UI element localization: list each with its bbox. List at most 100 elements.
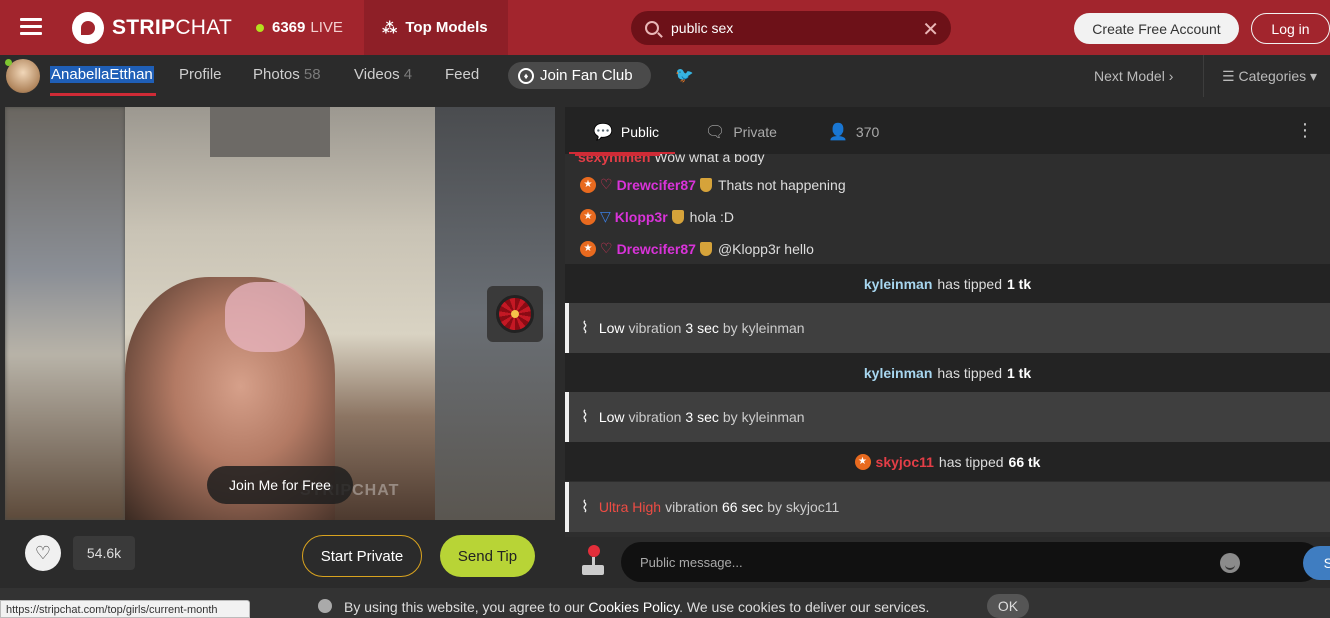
login-button[interactable]: Log in <box>1251 13 1330 44</box>
live-count: 6369 <box>272 19 306 36</box>
start-private-button[interactable]: Start Private <box>302 535 422 577</box>
twitter-icon[interactable]: 🐦 <box>675 66 694 84</box>
vibration-duration: 66 sec <box>721 499 764 515</box>
chat-text: Thats not happening <box>717 176 846 193</box>
chat-username[interactable]: Drewcifer87 <box>617 177 696 193</box>
heart-badge-icon: ♡ <box>600 240 613 256</box>
tip-notice: ★ skyjoc11 has tipped 66 tk <box>565 442 1330 481</box>
video-subject-top <box>225 282 305 352</box>
active-tab-underline <box>50 93 156 96</box>
tab-feed[interactable]: Feed <box>445 66 479 83</box>
search-icon[interactable] <box>645 21 659 35</box>
tipper-name[interactable]: skyjoc11 <box>876 454 934 470</box>
top-bar: STRIPCHAT 6369 LIVE ⁂ Top Models ✕ Creat… <box>0 0 1330 55</box>
tab-photos[interactable]: Photos 58 <box>253 66 321 83</box>
shield-icon <box>671 209 684 224</box>
send-button[interactable]: Send <box>1303 546 1330 580</box>
tip-action: has tipped <box>937 364 1002 381</box>
join-fan-club-label: Join Fan Club <box>540 67 633 84</box>
vibration-notice: ⌇ Low vibration 3 sec by kyleinman <box>565 392 1330 442</box>
logo[interactable]: STRIPCHAT <box>72 12 232 44</box>
logo-icon <box>72 12 104 44</box>
tipper-name[interactable]: kyleinman <box>864 365 932 381</box>
vibration-word: vibration <box>665 499 718 515</box>
live-counter[interactable]: 6369 LIVE <box>256 19 343 36</box>
vibration-notice: ⌇ Low vibration 3 sec by kyleinman <box>565 303 1330 353</box>
vibration-duration: 3 sec <box>685 320 719 336</box>
vibration-by: by kyleinman <box>722 320 805 336</box>
video-controls: ♡ 54.6k Start Private Send Tip <box>5 520 555 588</box>
vibration-by: by kyleinman <box>722 409 805 425</box>
vibration-by: by skyjoc11 <box>767 499 840 515</box>
emoji-icon[interactable] <box>1220 553 1240 573</box>
categories-dropdown[interactable]: ☰ Categories ▾ <box>1222 68 1317 85</box>
tip-notice: kyleinman has tipped 1 tk <box>565 264 1330 303</box>
star-badge-icon: ★ <box>580 240 596 257</box>
model-name[interactable]: AnabellaEtthan <box>50 66 154 83</box>
tab-videos[interactable]: Videos 4 <box>354 66 412 83</box>
chat-username[interactable]: Drewcifer87 <box>617 241 696 257</box>
star-badge-icon: ★ <box>854 453 871 470</box>
shield-icon <box>699 177 712 192</box>
cookie-ok-button[interactable]: OK <box>987 594 1029 618</box>
shield-icon <box>699 241 712 256</box>
chat-tabs: 💬 Public 🗨 Private 👤 370 ⋮ <box>565 107 1330 154</box>
chat-input-bar: Send <box>565 537 1330 588</box>
chat-bubble-icon: 💬 <box>593 124 613 141</box>
cookie-text: By using this website, you agree to our … <box>344 599 930 615</box>
top-models-label: Top Models <box>405 19 488 36</box>
top-models-link[interactable]: ⁂ Top Models <box>364 0 508 55</box>
message-input[interactable] <box>640 554 1200 570</box>
online-status-icon <box>5 59 12 66</box>
chat-text: @Klopp3r hello <box>717 240 814 257</box>
cookies-policy-link[interactable]: Cookies Policy <box>588 599 679 615</box>
vibration-icon: ⌇ <box>581 499 589 516</box>
next-model-button[interactable]: Next Model › <box>1094 68 1173 84</box>
wheel-of-fortune-button[interactable] <box>487 286 543 342</box>
tab-private[interactable]: 🗨 Private <box>705 122 777 142</box>
chat-messages: sexyhimen Wow what a body ★ ♡ Drewcifer8… <box>565 154 1330 537</box>
divider <box>1203 55 1204 97</box>
join-free-button[interactable]: Join Me for Free <box>207 466 353 504</box>
trophy-icon: ⁂ <box>382 19 398 37</box>
send-tip-button[interactable]: Send Tip <box>440 535 535 577</box>
message-box: Send <box>621 542 1330 582</box>
tipper-name[interactable]: kyleinman <box>864 276 932 292</box>
user-icon: 👤 <box>828 124 848 141</box>
clear-search-icon[interactable]: ✕ <box>922 17 939 42</box>
triangle-badge-icon: ▽ <box>600 208 611 224</box>
chat-panel: 💬 Public 🗨 Private 👤 370 ⋮ sexyhimen Wow wh… <box>565 107 1330 588</box>
video-player[interactable]: STRIPCHAT Join Me for Free <box>5 107 555 520</box>
cookie-icon <box>318 599 332 613</box>
tip-amount: 66 tk <box>1008 453 1041 470</box>
join-fan-club-button[interactable]: ♦ Join Fan Club <box>508 62 651 89</box>
video-blur-left <box>5 107 125 520</box>
heart-icon[interactable]: ♡ <box>25 535 61 571</box>
video-stream <box>125 107 435 520</box>
vibration-duration: 3 sec <box>685 409 719 425</box>
vibration-icon: ⌇ <box>581 320 589 337</box>
status-url: https://stripchat.com/top/girls/current-… <box>0 600 250 618</box>
chat-username[interactable]: Klopp3r <box>615 209 668 225</box>
vibration-level: Ultra High <box>598 499 662 515</box>
search-input[interactable] <box>671 20 911 36</box>
tip-amount: 1 tk <box>1006 275 1032 292</box>
vibration-level: Low <box>598 320 625 336</box>
joystick-icon[interactable] <box>582 545 606 577</box>
tab-profile[interactable]: Profile <box>179 66 222 83</box>
list-item: ★ ♡ Drewcifer87 @Klopp3r hello <box>580 240 814 257</box>
vibration-icon: ⌇ <box>581 409 589 426</box>
divider <box>575 154 660 156</box>
cookie-banner: https://stripchat.com/top/girls/current-… <box>0 588 1330 618</box>
tip-notice: kyleinman has tipped 1 tk <box>565 353 1330 392</box>
tip-action: has tipped <box>937 275 1002 292</box>
star-badge-icon: ★ <box>580 176 596 193</box>
more-options-icon[interactable]: ⋮ <box>1296 120 1314 141</box>
vibration-level: Low <box>598 409 625 425</box>
create-account-button[interactable]: Create Free Account <box>1074 13 1239 44</box>
tab-users[interactable]: 👤 370 <box>828 122 879 142</box>
hamburger-menu-icon[interactable] <box>20 18 42 36</box>
tab-public[interactable]: 💬 Public <box>593 122 659 142</box>
heart-badge-icon: ♡ <box>600 176 613 192</box>
chat-text: hola :D <box>689 208 735 225</box>
